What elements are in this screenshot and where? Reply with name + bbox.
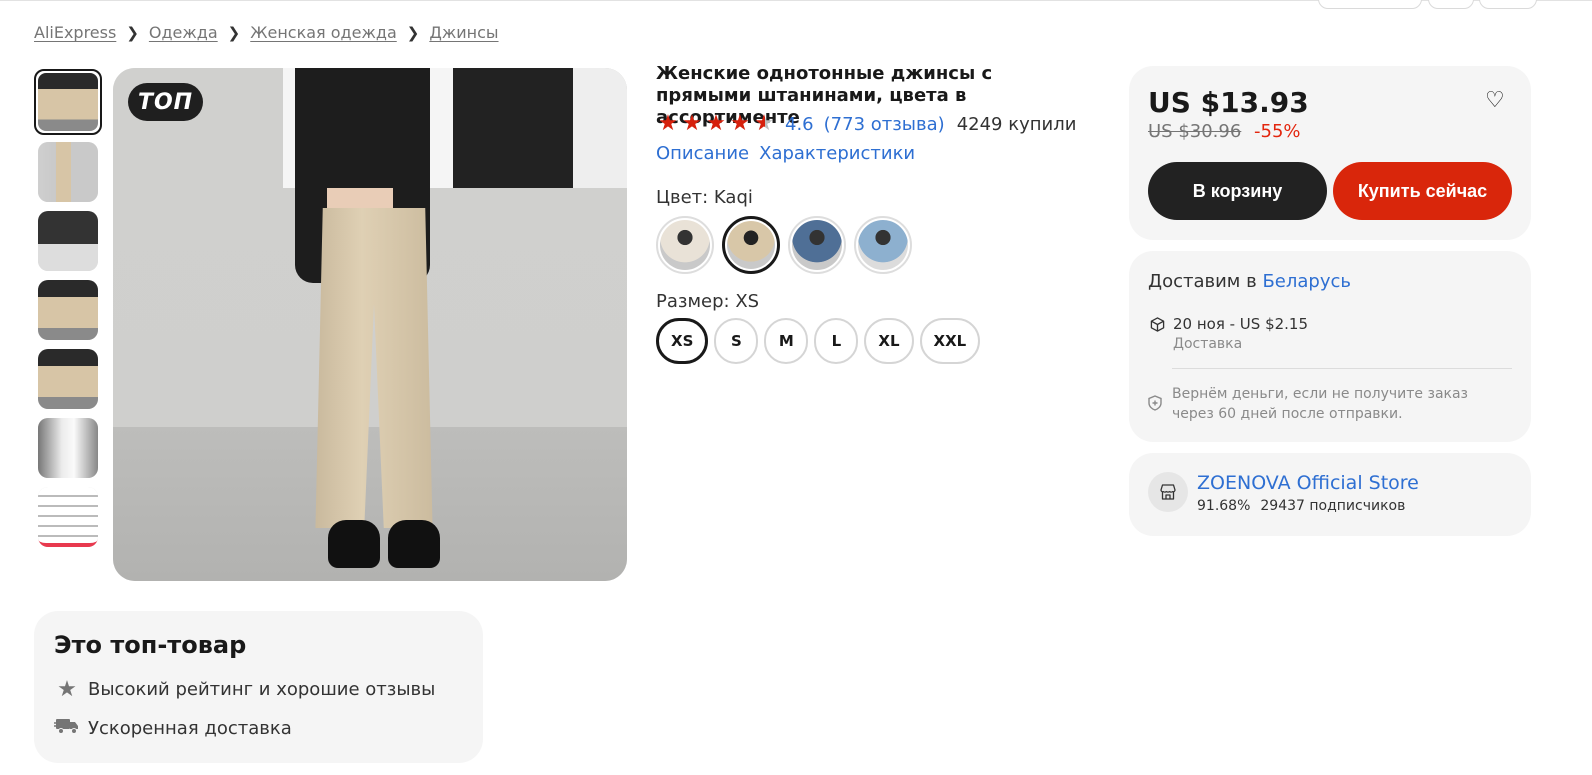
shield-icon	[1148, 394, 1162, 412]
store-meta: 91.68% 29437 подписчиков	[1197, 498, 1405, 514]
add-to-cart-button[interactable]: В корзину	[1148, 162, 1327, 220]
top-product-title: Это топ-товар	[54, 631, 247, 659]
size-xl[interactable]: XL	[864, 318, 914, 364]
thumbnail-6[interactable]	[38, 418, 98, 478]
size-m[interactable]: M	[764, 318, 809, 364]
chevron-right-icon: ❯	[406, 23, 420, 42]
size-l[interactable]: L	[814, 318, 859, 364]
breadcrumb: AliExpress ❯ Одежда ❯ Женская одежда ❯ Д…	[34, 23, 499, 42]
delivery-type: Доставка	[1173, 336, 1243, 352]
thumbnail-5[interactable]	[38, 349, 98, 409]
star-icon: ★	[706, 111, 726, 136]
price: US $13.93	[1148, 86, 1309, 119]
color-label: Цвет: Kaqi	[656, 187, 753, 208]
header-button[interactable]	[1479, 0, 1537, 9]
tab-description[interactable]: Описание	[656, 143, 749, 164]
thumbnail-4[interactable]	[38, 280, 98, 340]
breadcrumb-aliexpress[interactable]: AliExpress	[34, 23, 116, 42]
header-button[interactable]	[1428, 0, 1474, 9]
size-s[interactable]: S	[714, 318, 759, 364]
size-label: Размер: XS	[656, 291, 760, 312]
size-xs[interactable]: XS	[656, 318, 709, 364]
half-star-icon: ★	[752, 113, 776, 135]
reviews-link[interactable]: (773 отзыва)	[824, 114, 945, 135]
color-swatch-1[interactable]	[656, 216, 714, 274]
top-product-box: Это топ-товар ★ Высокий рейтинг и хороши…	[34, 611, 483, 763]
wishlist-heart-icon[interactable]: ♡	[1485, 88, 1505, 113]
delivery-prefix: Доставим в	[1148, 271, 1257, 292]
delivery-option: 20 ноя - US $2.15 Доставка	[1148, 315, 1308, 352]
delivery-date-price: 20 ноя - US $2.15	[1173, 315, 1309, 333]
breadcrumb-clothing[interactable]: Одежда	[149, 23, 218, 42]
thumbnail-7[interactable]	[38, 487, 98, 547]
thumbnail-1[interactable]	[34, 69, 102, 135]
store-rating: 91.68%	[1197, 498, 1251, 514]
delivery-divider	[1172, 368, 1512, 369]
store-followers: 29437 подписчиков	[1260, 498, 1406, 514]
star-icon: ★	[658, 111, 678, 136]
main-product-image[interactable]	[113, 68, 627, 581]
country-link[interactable]: Беларусь	[1262, 271, 1351, 292]
header-button[interactable]	[1318, 0, 1422, 9]
color-swatch-3[interactable]	[788, 216, 846, 274]
feature-text: Высокий рейтинг и хорошие отзывы	[88, 679, 436, 700]
color-swatch-kaqi[interactable]	[722, 216, 780, 274]
star-icon: ★	[682, 111, 702, 136]
store-box	[1129, 453, 1531, 536]
color-swatch-4[interactable]	[854, 216, 912, 274]
thumbnail-3[interactable]	[38, 211, 98, 271]
star-icon: ★	[57, 677, 77, 702]
guarantee-text: Вернём деньги, если не получите заказ че…	[1172, 386, 1469, 422]
feature-delivery: Ускоренная доставка	[54, 716, 292, 741]
rating-value[interactable]: 4.6	[785, 114, 814, 135]
feature-text: Ускоренная доставка	[88, 718, 292, 739]
box-icon	[1148, 315, 1166, 333]
thumbnail-2[interactable]	[38, 142, 98, 202]
store-name-link[interactable]: ZOENOVA Official Store	[1197, 472, 1419, 494]
tab-characteristics[interactable]: Характеристики	[759, 143, 915, 164]
rating-stars: ★ ★ ★ ★ ★	[656, 113, 776, 135]
rating-row: ★ ★ ★ ★ ★ 4.6 (773 отзыва) 4249 купили	[656, 113, 1076, 135]
buy-now-button[interactable]: Купить сейчас	[1333, 162, 1512, 220]
size-options: XS S M L XL XXL	[656, 318, 981, 364]
delivery-truck-icon	[54, 716, 80, 741]
sold-count: 4249 купили	[956, 113, 1077, 135]
discount: -55%	[1254, 121, 1301, 142]
top-badge: ТОП	[128, 83, 203, 121]
chevron-right-icon: ❯	[126, 23, 139, 42]
product-tabs: Описание Характеристики	[656, 143, 915, 164]
star-icon: ★	[730, 111, 750, 136]
breadcrumb-jeans[interactable]: Джинсы	[429, 23, 498, 42]
money-back-guarantee: Вернём деньги, если не получите заказ че…	[1148, 384, 1508, 424]
chevron-right-icon: ❯	[227, 23, 241, 42]
delivery-destination: Доставим в Беларусь	[1148, 271, 1351, 292]
color-options	[656, 216, 912, 274]
size-xxl[interactable]: XXL	[919, 318, 981, 364]
feature-rating: ★ Высокий рейтинг и хорошие отзывы	[54, 677, 435, 702]
store-icon[interactable]	[1148, 472, 1188, 512]
breadcrumb-womens-clothing[interactable]: Женская одежда	[250, 23, 397, 42]
old-price: US $30.96	[1148, 121, 1242, 142]
